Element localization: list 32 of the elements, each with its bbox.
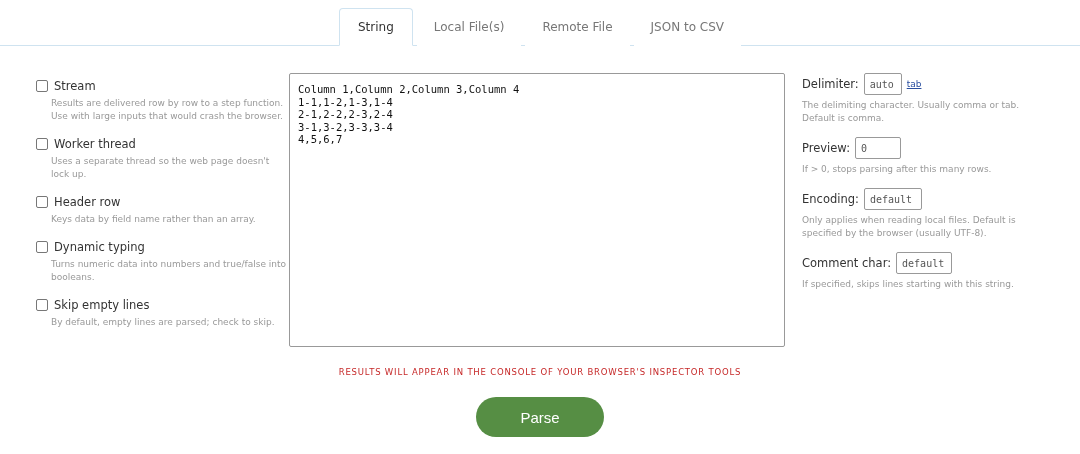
field-label: Comment char: (802, 256, 892, 270)
option-description: If specified, skips lines starting with this string. (802, 278, 1015, 291)
checkbox-label: Worker thread (54, 137, 136, 151)
field-label: Preview: (802, 141, 850, 155)
checkbox-label: Skip empty lines (54, 298, 150, 312)
option-input-field[interactable]: default (896, 252, 953, 274)
checkbox-label: Stream (54, 79, 96, 93)
option-input-field[interactable]: auto (863, 73, 902, 95)
parse-button[interactable]: Parse (476, 397, 604, 437)
checkbox[interactable] (36, 80, 48, 92)
checkbox-label: Dynamic typing (54, 240, 145, 254)
checkbox[interactable] (36, 241, 48, 253)
field-label: Delimiter: (802, 77, 859, 91)
tab-link[interactable]: tab (906, 79, 922, 89)
option-description: Keys data by field name rather than an array. (50, 213, 257, 226)
option-description: By default, empty lines are parsed; check to skip. (50, 316, 276, 329)
option-description: Uses a separate thread so the web page doesn't lock up. (50, 155, 271, 181)
console-notice: RESULTS WILL APPEAR IN THE CONSOLE OF YOUR BROWSER'S INSPECTOR TOOLS (337, 367, 743, 377)
field-label: Encoding: (802, 192, 859, 206)
text-input-area[interactable]: Column 1,Column 2,Column 3,Column 4 1-1,1-2,1-3,1-4 2-1,2-2,2-3,2-4 3-1,3-2,3-3,3-4 4,5,6,7 (289, 73, 785, 347)
checkbox-label: Header row (54, 195, 121, 209)
checkbox[interactable] (36, 196, 48, 208)
option-description: Only applies when reading local files. Default is specified by the browser (usually UTF-8). (802, 214, 1017, 240)
tab[interactable]: String (338, 8, 413, 46)
option-description: Results are delivered row by row to a step function. Use with large inputs that would crash the browser. (50, 97, 285, 123)
option-description: Turns numeric data into numbers and true/false into booleans. (50, 258, 288, 284)
checkbox[interactable] (36, 299, 48, 311)
option-description: The delimiting character. Usually comma or tab. Default is comma. (802, 99, 1021, 125)
option-input-field[interactable]: default (863, 188, 922, 210)
checkbox[interactable] (36, 138, 48, 150)
option-input-field[interactable]: 0 (855, 137, 901, 159)
option-description: If > 0, stops parsing after this many rows. (802, 163, 993, 176)
